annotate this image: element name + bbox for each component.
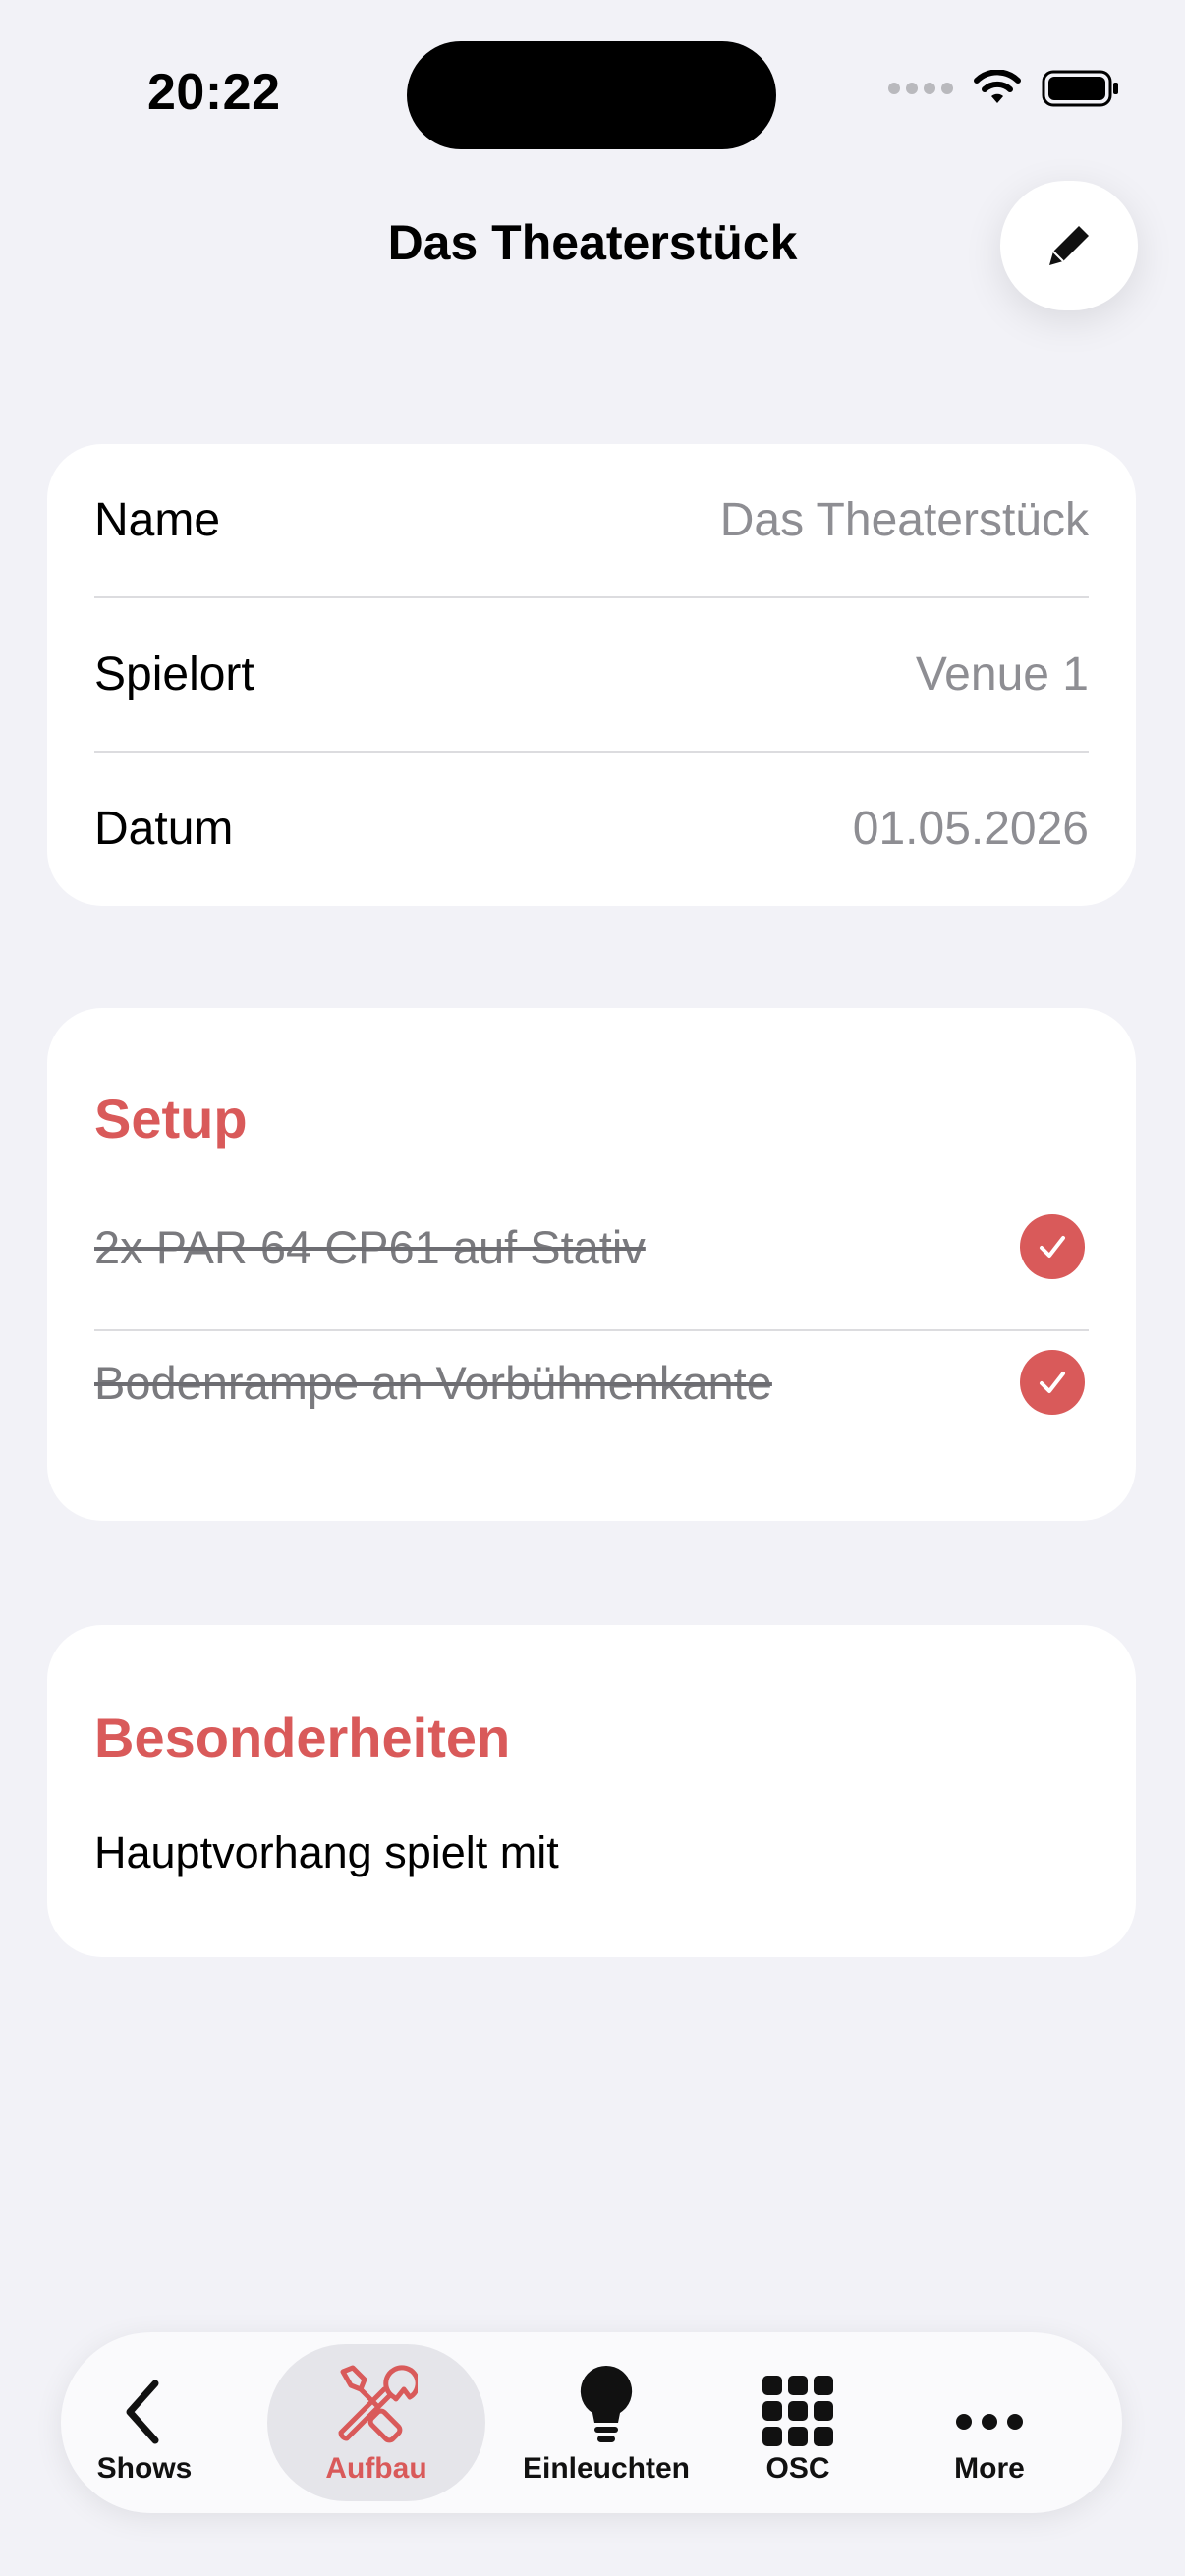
tab-label: More bbox=[954, 2452, 1025, 2485]
notes-title: Besonderheiten bbox=[94, 1707, 511, 1768]
tab-osc[interactable]: OSC bbox=[729, 2344, 867, 2501]
cellular-signal-icon bbox=[888, 83, 953, 94]
tab-label: Shows bbox=[96, 2452, 193, 2485]
notes-text: Hauptvorhang spielt mit bbox=[94, 1827, 559, 1877]
notes-card: Besonderheiten Hauptvorhang spielt mit bbox=[47, 1625, 1136, 1957]
status-bar: 20:22 bbox=[0, 0, 1185, 196]
tab-label: OSC bbox=[765, 2452, 830, 2485]
tab-bar: Shows Aufbau Einleuchten OSC More bbox=[61, 2332, 1122, 2513]
lightbulb-icon bbox=[580, 2365, 633, 2442]
setup-item[interactable]: Bodenrampe an Vorbühnenkante bbox=[94, 1318, 1089, 1446]
info-row-name[interactable]: Name Das Theaterstück bbox=[94, 444, 1089, 596]
setup-item-text: 2x PAR 64 CP61 auf Stativ bbox=[94, 1220, 646, 1273]
setup-title: Setup bbox=[94, 1088, 248, 1149]
info-value: Venue 1 bbox=[915, 648, 1089, 700]
setup-card: Setup 2x PAR 64 CP61 auf Stativ Bodenram… bbox=[47, 1008, 1136, 1521]
tab-label: Aufbau bbox=[325, 2452, 427, 2485]
info-value: Das Theaterstück bbox=[719, 494, 1089, 546]
battery-icon bbox=[1042, 70, 1118, 107]
setup-item-text: Bodenrampe an Vorbühnenkante bbox=[94, 1356, 772, 1409]
status-icons bbox=[888, 69, 1120, 108]
checkmark-icon[interactable] bbox=[1020, 1214, 1085, 1279]
grid-icon bbox=[762, 2376, 833, 2446]
checkmark-icon[interactable] bbox=[1020, 1350, 1085, 1415]
wifi-icon bbox=[974, 70, 1021, 103]
status-time: 20:22 bbox=[147, 64, 281, 121]
tab-more[interactable]: More bbox=[916, 2344, 1063, 2501]
info-row-venue[interactable]: Spielort Venue 1 bbox=[94, 598, 1089, 751]
info-value: 01.05.2026 bbox=[852, 803, 1089, 855]
setup-item[interactable]: 2x PAR 64 CP61 auf Stativ bbox=[94, 1183, 1089, 1311]
tools-icon bbox=[338, 2365, 418, 2443]
dynamic-island bbox=[407, 41, 776, 149]
ellipsis-icon bbox=[956, 2414, 1023, 2430]
edit-button[interactable] bbox=[1000, 181, 1138, 310]
show-info-card: Name Das Theaterstück Spielort Venue 1 D… bbox=[47, 444, 1136, 906]
tab-label: Einleuchten bbox=[522, 2452, 691, 2485]
chevron-left-icon bbox=[126, 2380, 159, 2444]
info-label: Name bbox=[94, 494, 221, 546]
pencil-icon bbox=[1049, 226, 1089, 265]
tab-shows[interactable]: Shows bbox=[81, 2344, 208, 2501]
info-label: Datum bbox=[94, 803, 234, 855]
tab-einleuchten[interactable]: Einleuchten bbox=[503, 2344, 709, 2501]
info-label: Spielort bbox=[94, 648, 254, 700]
tab-aufbau[interactable]: Aufbau bbox=[267, 2344, 485, 2501]
info-row-date[interactable]: Datum 01.05.2026 bbox=[94, 753, 1089, 905]
